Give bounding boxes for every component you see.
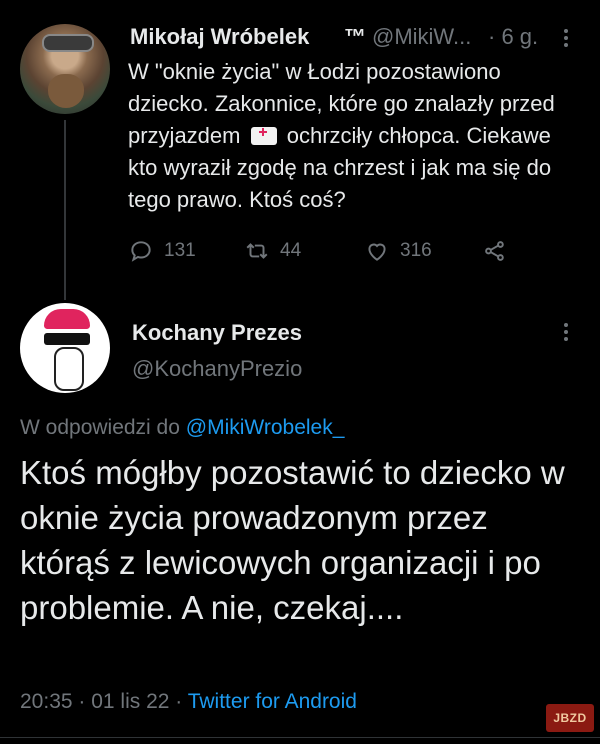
retweet-button[interactable]: 44	[244, 238, 301, 264]
reply-button[interactable]: 131	[128, 238, 196, 264]
author-name[interactable]: Mikołaj Wróbelek	[130, 24, 309, 50]
retweet-icon	[246, 243, 268, 259]
like-count: 316	[400, 240, 432, 261]
divider	[0, 737, 600, 738]
tweet-text: W "oknie życia" w Łodzi pozostawiono dzi…	[128, 56, 568, 216]
like-button[interactable]: 316	[364, 238, 432, 264]
more-options-icon[interactable]	[564, 320, 570, 344]
avatar-beard	[48, 74, 84, 108]
author-name[interactable]: Kochany Prezes	[132, 320, 302, 346]
avatar-goggles	[42, 34, 94, 52]
watermark-logo: JBZD	[546, 704, 594, 732]
reply-prefix: W odpowiedzi do	[20, 416, 186, 439]
thread-line	[64, 120, 66, 300]
tweet-meta: 20:35 · 01 lis 22 · Twitter for Android	[20, 690, 357, 714]
trademark-badge: ™	[344, 24, 366, 49]
avatar-mikolaj[interactable]	[20, 24, 110, 114]
tweet-source-link[interactable]: Twitter for Android	[188, 690, 357, 713]
share-icon	[485, 241, 504, 261]
heart-icon	[368, 243, 386, 261]
avatar-cap	[44, 309, 90, 329]
avatar-figure	[54, 347, 84, 391]
reply-icon	[131, 241, 151, 262]
avatar-kochany[interactable]	[20, 303, 110, 393]
ambulance-icon	[250, 127, 277, 145]
tweet-text: Ktoś mógłby pozostawić to dziecko w okni…	[20, 454, 565, 626]
reply-context: W odpowiedzi do @MikiWrobelek_	[20, 416, 344, 440]
author-handle[interactable]: @KochanyPrezio	[132, 356, 302, 382]
tweet-timestamp[interactable]: 20:35 · 01 lis 22 ·	[20, 690, 188, 713]
share-button[interactable]	[482, 238, 508, 264]
avatar-sunglasses	[44, 333, 90, 345]
reply-count: 131	[164, 240, 196, 261]
retweet-count: 44	[280, 240, 302, 261]
more-options-icon[interactable]	[564, 26, 570, 50]
tweet-time[interactable]: · 6 g.	[488, 24, 538, 50]
author-handle[interactable]: @MikiW...	[372, 24, 471, 50]
reply-mention-link[interactable]: @MikiWrobelek_	[186, 416, 345, 439]
